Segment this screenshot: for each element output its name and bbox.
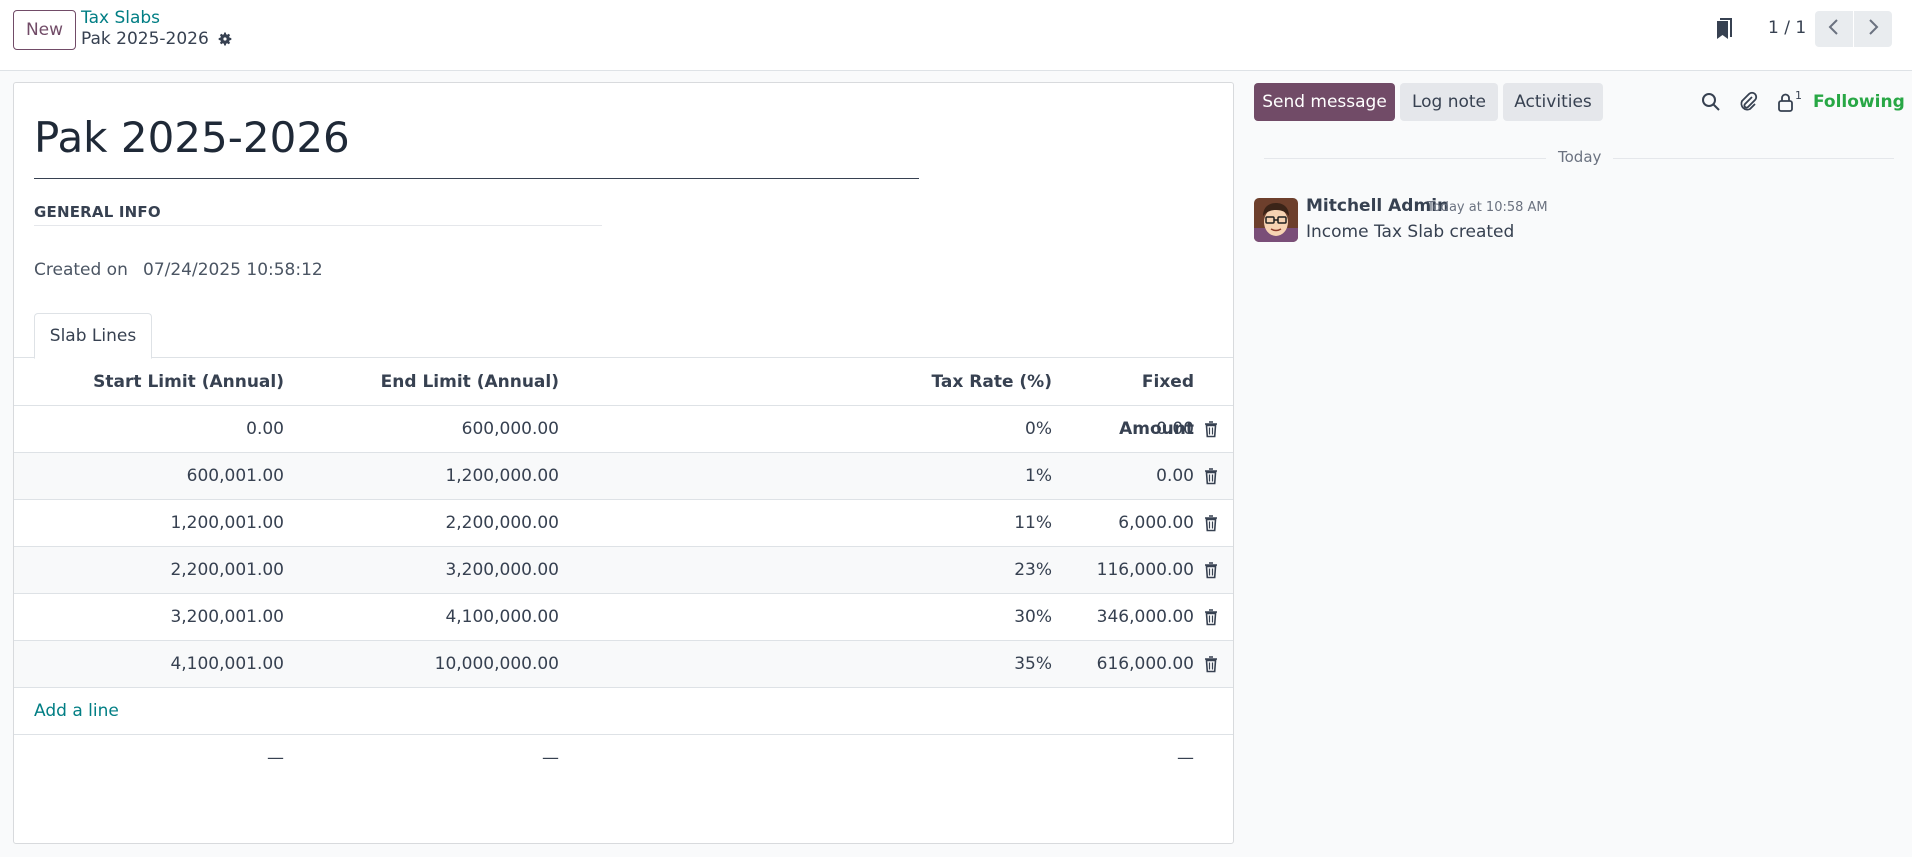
add-line-link[interactable]: Add a line <box>34 688 119 735</box>
breadcrumb-current: Pak 2025-2026 <box>81 29 233 49</box>
cell-tax-rate[interactable]: 23% <box>594 547 1052 594</box>
created-on-value: 07/24/2025 10:58:12 <box>143 260 323 280</box>
trash-icon[interactable] <box>1204 609 1218 626</box>
table-row[interactable]: 2,200,001.00 3,200,000.00 23% 116,000.00 <box>14 547 1233 594</box>
chevron-right-icon <box>1867 18 1879 41</box>
cell-start-limit[interactable]: 1,200,001.00 <box>14 500 284 547</box>
total-fixed-amount: — <box>1177 748 1194 768</box>
cell-start-limit[interactable]: 0.00 <box>14 406 284 453</box>
table-row[interactable]: 0.00 600,000.00 0% 0.00 <box>14 406 1233 453</box>
cell-start-limit[interactable]: 4,100,001.00 <box>14 641 284 688</box>
tab-slab-lines[interactable]: Slab Lines <box>34 313 152 359</box>
trash-icon[interactable] <box>1204 562 1218 579</box>
paperclip-icon[interactable] <box>1737 91 1759 113</box>
cell-tax-rate[interactable]: 0% <box>594 406 1052 453</box>
table-footer-totals: — — — <box>14 735 1233 782</box>
trash-icon[interactable] <box>1204 421 1218 438</box>
table-row[interactable]: 1,200,001.00 2,200,000.00 11% 6,000.00 <box>14 500 1233 547</box>
chevron-left-icon <box>1828 18 1840 41</box>
cell-fixed-amount[interactable]: 616,000.00 <box>1064 641 1194 688</box>
created-on-label: Created on <box>34 260 128 280</box>
chatter-panel: Send message Log note Activities <box>1234 72 1912 857</box>
trash-icon[interactable] <box>1204 656 1218 673</box>
table-row[interactable]: 4,100,001.00 10,000,000.00 35% 616,000.0… <box>14 641 1233 688</box>
pager-value[interactable]: 1 / 1 <box>1768 18 1806 38</box>
total-end-limit: — <box>542 748 559 768</box>
cell-end-limit[interactable]: 10,000,000.00 <box>304 641 559 688</box>
cell-fixed-amount[interactable]: 6,000.00 <box>1064 500 1194 547</box>
cell-tax-rate[interactable]: 11% <box>594 500 1052 547</box>
cell-fixed-amount[interactable]: 346,000.00 <box>1064 594 1194 641</box>
table-header: Start Limit (Annual) End Limit (Annual) … <box>14 359 1233 439</box>
cell-tax-rate[interactable]: 35% <box>594 641 1052 688</box>
cell-start-limit[interactable]: 2,200,001.00 <box>14 547 284 594</box>
log-note-button[interactable]: Log note <box>1400 83 1498 121</box>
control-panel: New Tax Slabs Pak 2025-2026 1 / 1 <box>0 0 1912 71</box>
cell-end-limit[interactable]: 2,200,000.00 <box>304 500 559 547</box>
activities-button[interactable]: Activities <box>1503 83 1603 121</box>
new-button[interactable]: New <box>13 10 76 50</box>
pager-previous-button[interactable] <box>1815 11 1853 47</box>
following-button[interactable]: Following <box>1813 92 1905 112</box>
cell-end-limit[interactable]: 600,000.00 <box>304 406 559 453</box>
section-general-info: GENERAL INFO <box>34 203 602 226</box>
cell-fixed-amount[interactable]: 0.00 <box>1064 453 1194 500</box>
cell-start-limit[interactable]: 3,200,001.00 <box>14 594 284 641</box>
record-name-input[interactable]: Pak 2025-2026 <box>34 103 919 179</box>
trash-icon[interactable] <box>1204 515 1218 532</box>
trash-icon[interactable] <box>1204 468 1218 485</box>
column-header-tax-rate[interactable]: Tax Rate (%) <box>594 359 1052 406</box>
bookmark-icon[interactable] <box>1712 18 1734 42</box>
cell-start-limit[interactable]: 600,001.00 <box>14 453 284 500</box>
lock-user-icon[interactable] <box>1775 91 1797 113</box>
cell-end-limit[interactable]: 3,200,000.00 <box>304 547 559 594</box>
follower-count[interactable]: 1 <box>1795 89 1802 102</box>
breadcrumb-current-label: Pak 2025-2026 <box>81 29 209 49</box>
send-message-button[interactable]: Send message <box>1254 83 1395 121</box>
add-line-row: Add a line <box>14 688 1233 735</box>
cell-end-limit[interactable]: 4,100,000.00 <box>304 594 559 641</box>
total-start-limit: — <box>267 748 284 768</box>
cell-tax-rate[interactable]: 1% <box>594 453 1052 500</box>
column-header-end-limit[interactable]: End Limit (Annual) <box>304 359 559 406</box>
gear-icon[interactable] <box>217 31 233 47</box>
table-row[interactable]: 3,200,001.00 4,100,000.00 30% 346,000.00 <box>14 594 1233 641</box>
column-header-start-limit[interactable]: Start Limit (Annual) <box>14 359 284 406</box>
cell-tax-rate[interactable]: 30% <box>594 594 1052 641</box>
cell-end-limit[interactable]: 1,200,000.00 <box>304 453 559 500</box>
form-sheet: Pak 2025-2026 GENERAL INFO Created on 07… <box>13 82 1234 844</box>
search-icon[interactable] <box>1700 91 1722 113</box>
pager-next-button[interactable] <box>1854 11 1892 47</box>
column-header-fixed-amount[interactable]: Fixed Amount <box>1064 359 1194 439</box>
notebook-tabs: Slab Lines <box>14 313 1233 359</box>
cell-fixed-amount[interactable]: 0.00 <box>1064 406 1194 453</box>
cell-fixed-amount[interactable]: 116,000.00 <box>1064 547 1194 594</box>
breadcrumb-parent-link[interactable]: Tax Slabs <box>81 8 160 28</box>
slab-lines-table: Start Limit (Annual) End Limit (Annual) … <box>14 359 1233 782</box>
table-row[interactable]: 600,001.00 1,200,000.00 1% 0.00 <box>14 453 1233 500</box>
